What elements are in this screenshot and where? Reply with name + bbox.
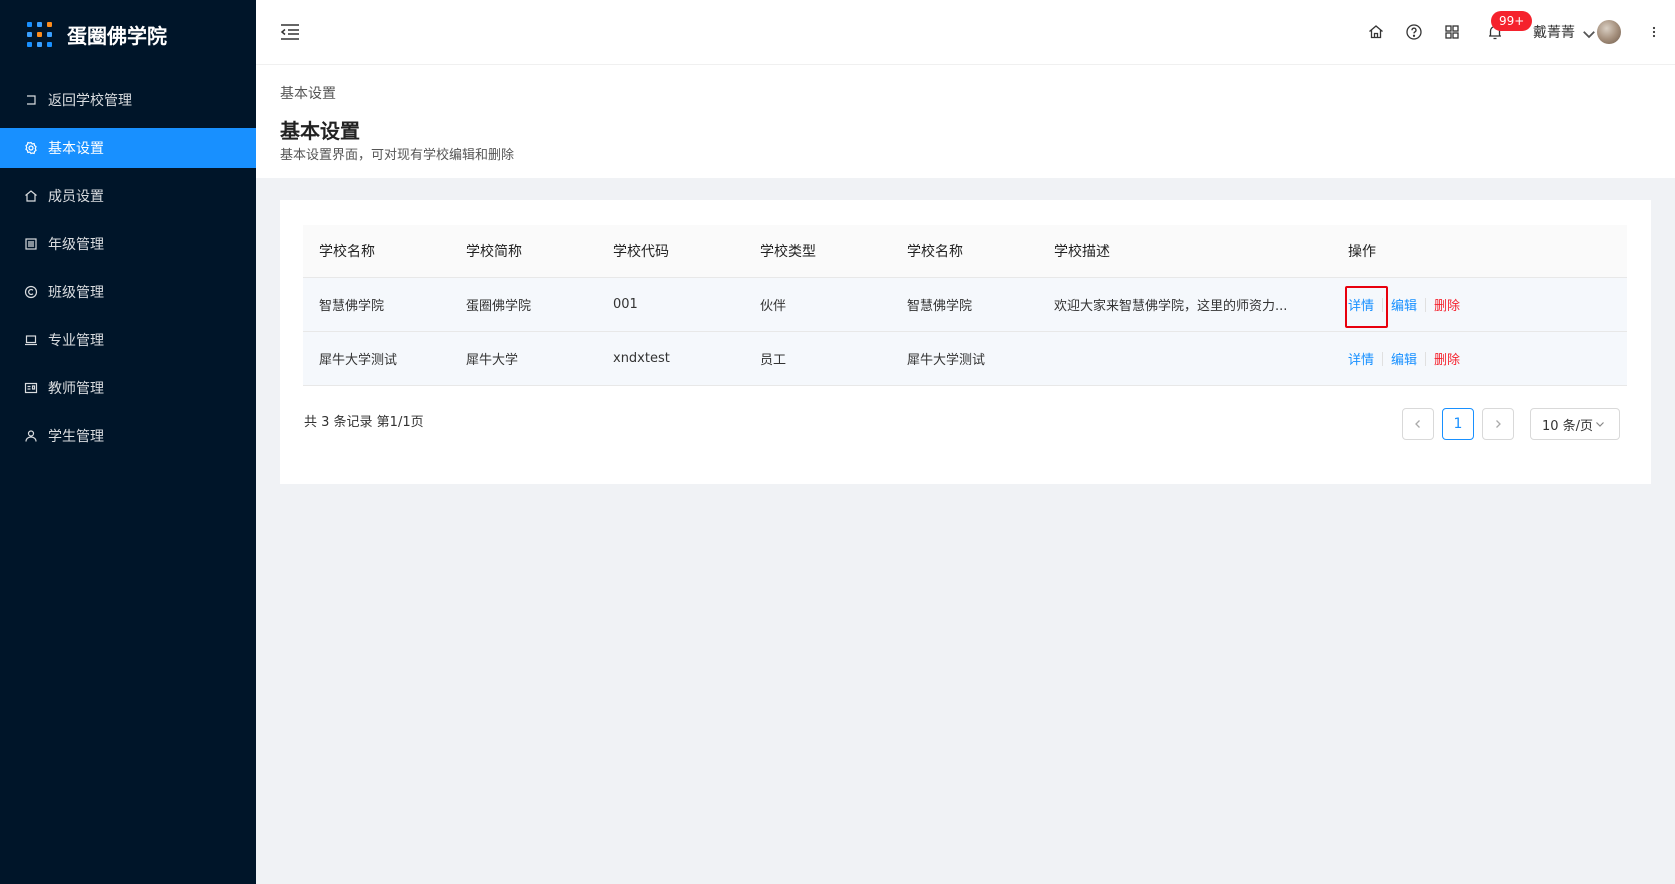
pagination-summary: 共 3 条记录 第1/1页 — [304, 415, 424, 430]
school-code-cell: xndxtest — [613, 351, 670, 366]
sidebar-item-basic-settings[interactable]: 基本设置 — [0, 128, 256, 168]
page-title: 基本设置 — [280, 119, 360, 143]
sidebar: 蛋圈佛学院 返回学校管理 基本设置 成员设置 年级管理 班级管理 专业管理 教师… — [0, 0, 256, 884]
sidebar-item-label: 学生管理 — [48, 429, 104, 445]
edit-link[interactable]: 编辑 — [1391, 295, 1417, 314]
chevron-left-icon — [1415, 420, 1420, 428]
delete-link[interactable]: 删除 — [1434, 349, 1460, 368]
highlight-annotation-box — [1345, 286, 1388, 328]
school-desc-cell: 欢迎大家来智慧佛学院，这里的师资力... — [1054, 299, 1288, 314]
content-card: 学校名称 学校简称 学校代码 学校类型 学校名称 学校描述 操作 智慧佛学院 蛋… — [280, 200, 1651, 484]
next-page-button[interactable] — [1482, 408, 1514, 440]
column-header: 学校简称 — [466, 244, 522, 260]
school-name-cell: 犀牛大学测试 — [319, 353, 398, 368]
page-header: 基本设置 基本设置 基本设置界面，可对现有学校编辑和删除 — [256, 65, 1675, 178]
sidebar-item-major-management[interactable]: 专业管理 — [0, 320, 256, 360]
app-logo[interactable]: 蛋圈佛学院 — [27, 19, 167, 49]
logo-icon — [27, 21, 52, 47]
user-icon — [24, 429, 38, 443]
notification-badge: 99+ — [1491, 11, 1533, 31]
sidebar-item-return-school[interactable]: 返回学校管理 — [0, 80, 256, 120]
row-actions: 详情 编辑 删除 — [1332, 349, 1627, 368]
sidebar-item-label: 专业管理 — [48, 333, 104, 349]
school-short-cell: 蛋圈佛学院 — [466, 299, 532, 314]
column-header: 学校类型 — [760, 244, 816, 260]
prev-page-button[interactable] — [1402, 408, 1434, 440]
help-icon[interactable] — [1405, 23, 1423, 41]
column-header: 学校代码 — [613, 244, 669, 260]
table-row: 智慧佛学院 蛋圈佛学院 001 伙伴 智慧佛学院 欢迎大家来智慧佛学院，这里的师… — [303, 278, 1627, 332]
school-code-cell: 001 — [613, 297, 638, 312]
divider — [1382, 351, 1384, 366]
laptop-icon — [24, 333, 38, 347]
sidebar-item-label: 返回学校管理 — [48, 93, 132, 109]
document-icon — [24, 237, 38, 251]
breadcrumb[interactable]: 基本设置 — [280, 83, 336, 103]
school-table: 学校名称 学校简称 学校代码 学校类型 学校名称 学校描述 操作 智慧佛学院 蛋… — [303, 225, 1627, 386]
apps-icon[interactable] — [1443, 23, 1461, 41]
column-header: 学校名称 — [319, 244, 375, 260]
school-name2-cell: 智慧佛学院 — [907, 299, 973, 314]
sidebar-item-grade-management[interactable]: 年级管理 — [0, 224, 256, 264]
page-button-current[interactable]: 1 — [1442, 408, 1474, 440]
school-name2-cell: 犀牛大学测试 — [907, 353, 986, 368]
chevron-down-icon[interactable] — [1580, 25, 1595, 39]
more-vertical-icon[interactable] — [1645, 23, 1656, 41]
school-short-cell: 犀牛大学 — [466, 353, 519, 368]
sidebar-item-label: 班级管理 — [48, 285, 104, 301]
sidebar-item-label: 成员设置 — [48, 189, 104, 205]
column-header: 学校名称 — [907, 244, 963, 260]
school-type-cell: 伙伴 — [760, 299, 787, 314]
chevron-down-icon — [1596, 422, 1604, 427]
page-size-value: 10 条/页 — [1542, 418, 1594, 434]
divider — [1425, 351, 1427, 366]
sidebar-item-student-management[interactable]: 学生管理 — [0, 416, 256, 456]
edit-link[interactable]: 编辑 — [1391, 349, 1417, 368]
sidebar-item-teacher-management[interactable]: 教师管理 — [0, 368, 256, 408]
menu-fold-icon[interactable] — [280, 23, 300, 41]
divider — [1425, 297, 1427, 312]
sidebar-item-class-management[interactable]: 班级管理 — [0, 272, 256, 312]
delete-link[interactable]: 删除 — [1434, 295, 1460, 314]
top-header: 99+ 戴菁菁 — [256, 0, 1675, 65]
column-header: 学校描述 — [1054, 244, 1110, 260]
username[interactable]: 戴菁菁 — [1533, 22, 1575, 42]
chevron-right-icon — [1496, 420, 1501, 428]
sidebar-menu: 返回学校管理 基本设置 成员设置 年级管理 班级管理 专业管理 教师管理 学生管… — [0, 80, 256, 464]
table-row: 犀牛大学测试 犀牛大学 xndxtest 员工 犀牛大学测试 详情 编辑 删除 — [303, 332, 1627, 386]
copyright-icon — [24, 285, 38, 299]
page-size-select[interactable]: 10 条/页 — [1530, 408, 1620, 440]
school-name-cell: 智慧佛学院 — [319, 299, 385, 314]
sidebar-item-label: 教师管理 — [48, 381, 104, 397]
return-icon — [24, 93, 38, 107]
sidebar-item-label: 基本设置 — [48, 141, 104, 157]
detail-link[interactable]: 详情 — [1348, 349, 1374, 368]
home-icon[interactable] — [1367, 23, 1385, 41]
sidebar-item-label: 年级管理 — [48, 237, 104, 253]
home-icon — [24, 189, 38, 203]
table-header-row: 学校名称 学校简称 学校代码 学校类型 学校名称 学校描述 操作 — [303, 225, 1627, 278]
page-description: 基本设置界面，可对现有学校编辑和删除 — [280, 148, 515, 163]
id-card-icon — [24, 381, 38, 395]
avatar[interactable] — [1597, 20, 1621, 44]
school-type-cell: 员工 — [760, 353, 787, 368]
sidebar-item-member-settings[interactable]: 成员设置 — [0, 176, 256, 216]
app-name: 蛋圈佛学院 — [67, 23, 167, 48]
column-header: 操作 — [1348, 244, 1376, 260]
gear-icon — [24, 141, 38, 155]
